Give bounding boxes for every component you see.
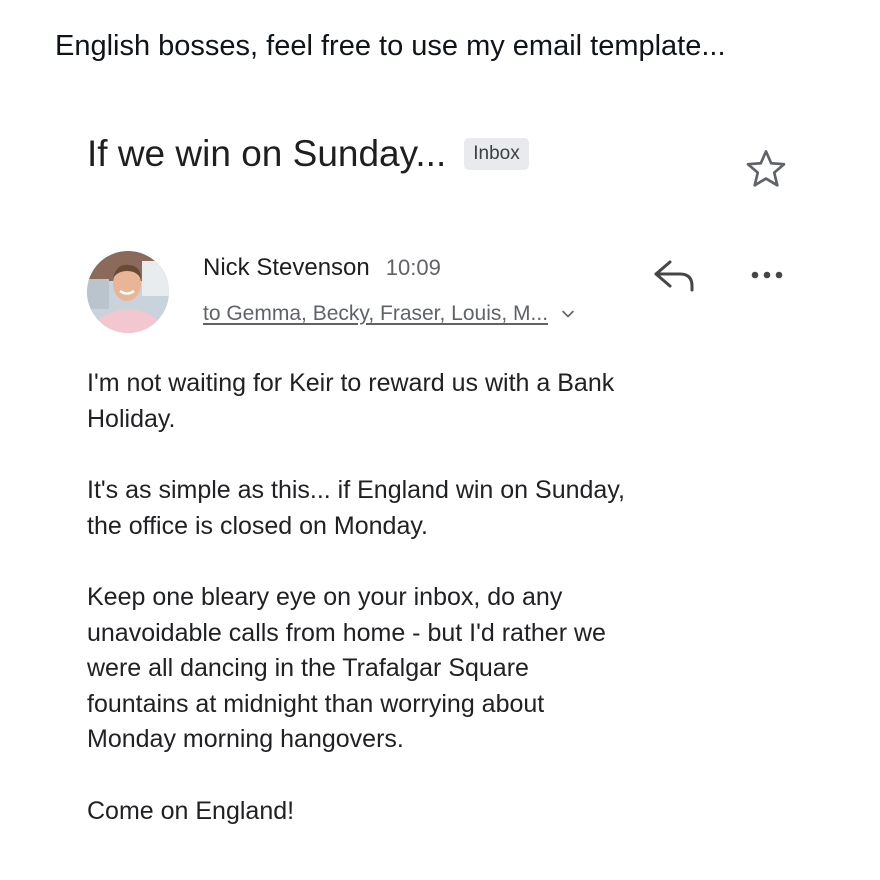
body-line: Keep one bleary eye on your inbox, do an…	[87, 583, 563, 611]
reply-icon[interactable]	[650, 256, 698, 296]
email-subject-row: If we win on Sunday... Inbox	[87, 133, 529, 175]
inbox-label-badge[interactable]: Inbox	[464, 138, 529, 170]
body-line: I'm not waiting for Keir to reward us wi…	[87, 369, 615, 397]
recipients-row[interactable]: to Gemma, Becky, Fraser, Louis, M...	[203, 302, 576, 326]
body-line: Holiday.	[87, 404, 176, 433]
star-icon[interactable]	[743, 146, 789, 192]
email-body: I'm not waiting for Keir to reward us wi…	[87, 366, 847, 865]
chevron-down-icon[interactable]	[560, 306, 576, 322]
recipients-link[interactable]: to Gemma, Becky, Fraser, Louis, M...	[203, 302, 548, 326]
body-line: were all dancing in the Trafalgar Square	[87, 654, 529, 682]
more-options-icon[interactable]	[747, 262, 787, 288]
body-line: Monday morning hangovers.	[87, 725, 404, 753]
body-line: Come on England!	[87, 796, 295, 825]
sender-avatar[interactable]	[87, 251, 169, 333]
email-subject: If we win on Sunday...	[87, 133, 447, 174]
sender-row: Nick Stevenson 10:09	[203, 254, 441, 282]
body-line: fountains at midnight than worrying abou…	[87, 689, 545, 718]
body-paragraph: Keep one bleary eye on your inbox, do an…	[87, 580, 847, 758]
avatar-photo-icon	[87, 251, 169, 333]
body-paragraph: Come on England!	[87, 794, 847, 830]
body-paragraph: I'm not waiting for Keir to reward us wi…	[87, 366, 847, 437]
body-line: It's as simple as this... if England win…	[87, 476, 625, 504]
sender-name[interactable]: Nick Stevenson	[203, 254, 370, 282]
post-caption: English bosses, feel free to use my emai…	[55, 30, 726, 62]
body-line: unavoidable calls from home - but I'd ra…	[87, 618, 606, 647]
body-line: the office is closed on Monday.	[87, 511, 428, 540]
sent-time: 10:09	[385, 255, 441, 280]
body-paragraph: It's as simple as this... if England win…	[87, 473, 847, 544]
